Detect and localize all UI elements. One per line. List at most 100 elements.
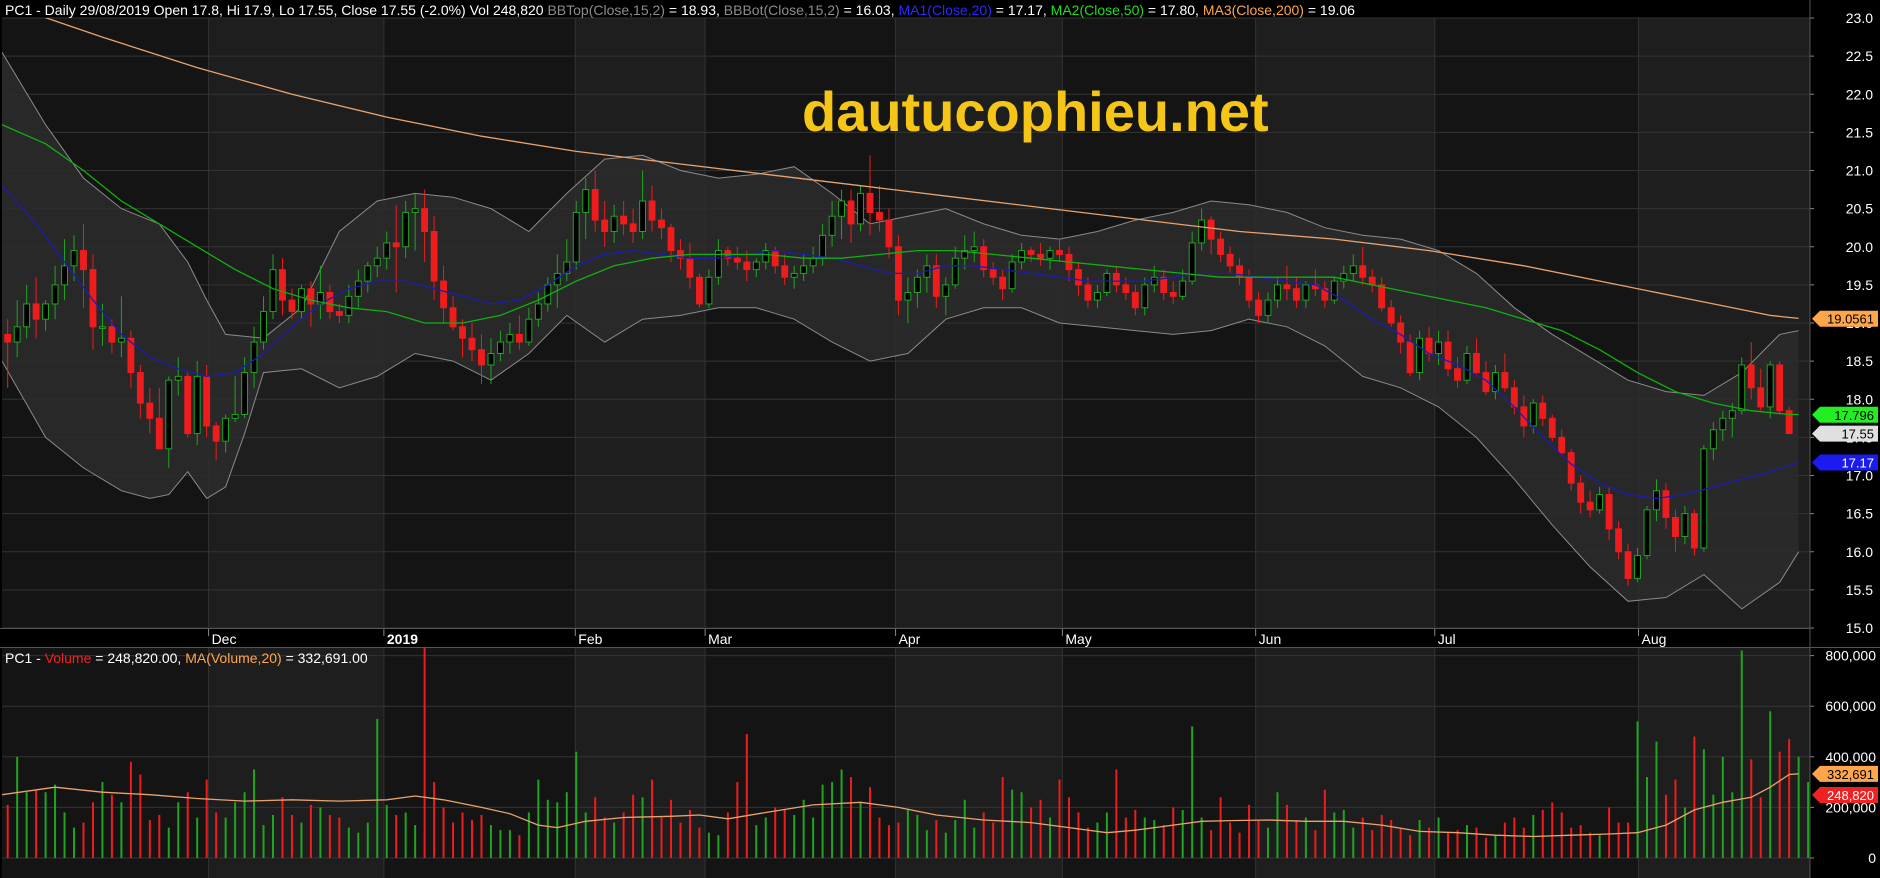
volume-bar — [395, 814, 398, 858]
candle-body-down — [1217, 238, 1225, 255]
volume-bar — [594, 797, 597, 858]
volume-bar — [347, 827, 350, 858]
candle-body-down — [212, 425, 220, 442]
volume-bar — [613, 822, 616, 858]
candle-body-down — [601, 219, 609, 232]
volume-bar — [850, 777, 853, 858]
candle-body-down — [876, 211, 883, 221]
candle-body-up — [942, 284, 950, 297]
volume-bar — [1759, 797, 1762, 858]
candle-body-up — [496, 341, 504, 354]
volume-bar — [783, 809, 786, 858]
volume-bar — [1181, 809, 1184, 858]
volume-bar — [1522, 827, 1525, 858]
candle-body-down — [658, 219, 665, 229]
candle — [184, 372, 192, 438]
candle-body-up — [828, 215, 836, 236]
date-tick-label: Jun — [1259, 631, 1282, 647]
volume-bar — [1608, 807, 1611, 858]
volume-bar — [129, 761, 132, 858]
volume-bar — [1465, 825, 1468, 858]
volume-bar — [1484, 837, 1487, 858]
price-y-tick-label: 23.0 — [1846, 10, 1873, 26]
candle-body-down — [203, 375, 211, 427]
volume-badge-label: 248,820 — [1827, 788, 1874, 803]
volume-bar — [1447, 832, 1450, 858]
volume-bar — [1210, 830, 1213, 858]
volume-bar — [1570, 827, 1573, 858]
price-y-tick-label: 21.5 — [1846, 124, 1873, 140]
volume-bar — [1314, 830, 1317, 858]
candle-body-down — [1567, 452, 1575, 484]
candle-body-down — [1586, 501, 1594, 511]
volume-month-band — [705, 648, 896, 878]
candle-body-down — [1245, 276, 1253, 301]
volume-bar — [281, 797, 284, 858]
candle-body-up — [904, 292, 912, 301]
volume-bar — [1664, 794, 1667, 858]
candle-body-up — [13, 326, 21, 343]
candle-body-up — [1349, 265, 1357, 274]
volume-bar — [1655, 741, 1658, 858]
volume-bar — [16, 756, 19, 858]
price-y-tick-label: 20.5 — [1846, 201, 1873, 217]
candle-body-down — [932, 265, 940, 297]
candle-body-down — [1226, 253, 1234, 267]
header-ohlc: - Daily 29/08/2019 Open 17.8, Hi 17.9, L… — [36, 2, 547, 18]
candle-body-up — [174, 375, 182, 381]
volume-bar — [1304, 817, 1307, 858]
volume-bar — [622, 812, 625, 858]
price-badge-label: 17.17 — [1841, 456, 1874, 471]
candle — [1548, 414, 1556, 442]
volume-bar — [641, 797, 644, 858]
candle-body-up — [800, 265, 808, 274]
candle-body-up — [411, 208, 419, 213]
ma1-label: MA1(Close,20) — [899, 2, 992, 18]
candle-body-up — [269, 269, 277, 313]
candle-body-down — [1454, 368, 1461, 381]
volume-bar — [546, 799, 549, 858]
candle-body-down — [1378, 284, 1386, 309]
volume-bar — [1096, 822, 1099, 858]
volume-month-band — [1062, 648, 1256, 878]
volume-bar — [196, 817, 199, 858]
candle-body-down — [1122, 284, 1130, 293]
ma1-value: = 17.17, — [996, 2, 1051, 18]
candle-body-down — [1406, 341, 1414, 374]
candle-body-up — [1018, 250, 1026, 263]
ma2-label: MA2(Close,50) — [1051, 2, 1144, 18]
candle-body-up — [1179, 280, 1187, 297]
volume-bar — [82, 822, 85, 858]
volume-bar — [1086, 827, 1089, 858]
volume-bar — [1513, 817, 1516, 858]
volume-bar — [1721, 756, 1724, 858]
candle-body-down — [1776, 364, 1784, 412]
volume-bar — [1229, 822, 1232, 858]
candle-body-down — [421, 208, 429, 232]
candle-body-down — [1169, 292, 1177, 297]
volume-bar — [764, 817, 767, 858]
bbtop-value: = 18.93, — [669, 2, 724, 18]
candle-body-up — [1766, 364, 1774, 408]
vol-label: Volume — [45, 650, 92, 666]
candle-body-down — [620, 215, 628, 225]
volume-y-tick-label: 800,000 — [1825, 648, 1876, 664]
volume-bar — [328, 814, 331, 858]
volume-badge: 248,820 — [1812, 787, 1878, 804]
volume-bar — [1503, 822, 1506, 858]
volume-bar — [1380, 814, 1383, 858]
candle-body-up — [1719, 417, 1727, 431]
volume-bar — [1153, 820, 1156, 858]
candle-body-up — [1681, 513, 1689, 537]
candle-body-down — [335, 311, 343, 316]
volume-bar — [1541, 809, 1544, 858]
volume-bar — [1807, 782, 1810, 858]
candle-body-down — [1672, 516, 1679, 537]
candle-body-down — [478, 349, 485, 366]
candle-body-up — [1330, 280, 1338, 301]
volume-bar — [1105, 812, 1108, 858]
candle-body-down — [1292, 288, 1300, 301]
volume-bar — [660, 817, 663, 858]
candle — [1738, 357, 1746, 415]
volume-bar — [442, 807, 445, 858]
